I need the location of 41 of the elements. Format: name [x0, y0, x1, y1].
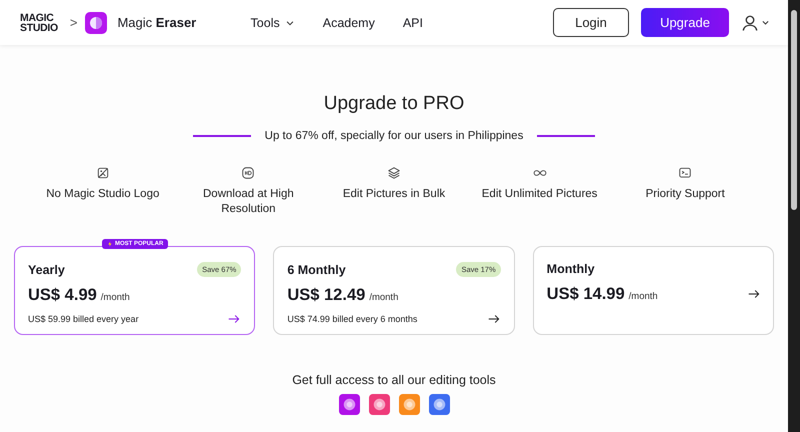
- nav-link[interactable]: Tools: [250, 16, 295, 30]
- offer-text: Up to 67% off, specially for our users in Philippines: [264, 130, 524, 142]
- chevron-down-icon: [761, 18, 770, 27]
- layers-icon: [386, 166, 401, 180]
- nav-link[interactable]: API: [402, 16, 423, 30]
- plan-name: 6 Monthly: [287, 262, 346, 276]
- feature-label: Download at High Resolution: [202, 187, 295, 217]
- tool-app-icon[interactable]: [428, 394, 450, 415]
- account-menu[interactable]: [741, 14, 770, 32]
- plan-price: US$ 4.99: [28, 286, 97, 305]
- tool-app-icon[interactable]: [398, 394, 420, 415]
- no-image-icon: [96, 166, 110, 180]
- price-unit: /month: [100, 292, 130, 303]
- plan-name: Monthly: [546, 262, 595, 276]
- product-name[interactable]: Magic Eraser: [117, 15, 196, 30]
- hd-icon: [241, 166, 256, 180]
- billing-note: US$ 59.99 billed every year: [28, 314, 139, 324]
- billing-note: US$ 74.99 billed every 6 months: [287, 314, 418, 324]
- upgrade-button[interactable]: Upgrade: [641, 8, 729, 37]
- nav-link[interactable]: Academy: [322, 16, 375, 30]
- feature-label: Edit Pictures in Bulk: [342, 187, 446, 202]
- plan-price: US$ 12.49: [287, 286, 366, 305]
- feature-label: No Magic Studio Logo: [46, 187, 160, 202]
- tool-app-icon[interactable]: [338, 394, 360, 415]
- user-icon: [741, 14, 759, 32]
- plan-price: US$ 14.99: [546, 285, 625, 304]
- price-unit: /month: [369, 292, 398, 303]
- feature-label: Priority Support: [646, 187, 725, 202]
- breadcrumb-separator: >: [70, 15, 78, 30]
- login-button[interactable]: Login: [553, 8, 629, 37]
- plan-name: Yearly: [28, 262, 65, 276]
- chat-window-icon: [678, 166, 692, 180]
- plan-card[interactable]: Monthly US$ 14.99 /month: [532, 246, 774, 335]
- logo[interactable]: MAGIC STUDIO: [20, 12, 58, 32]
- eraser-app-icon: [85, 12, 108, 34]
- page-title: Upgrade to PRO: [324, 93, 464, 115]
- scrollbar[interactable]: [791, 10, 797, 210]
- price-unit: /month: [628, 291, 658, 302]
- section-heading: Get full access to all our editing tools: [292, 373, 496, 387]
- feature-label: Edit Unlimited Pictures: [482, 187, 598, 202]
- tool-app-icon[interactable]: [368, 394, 390, 415]
